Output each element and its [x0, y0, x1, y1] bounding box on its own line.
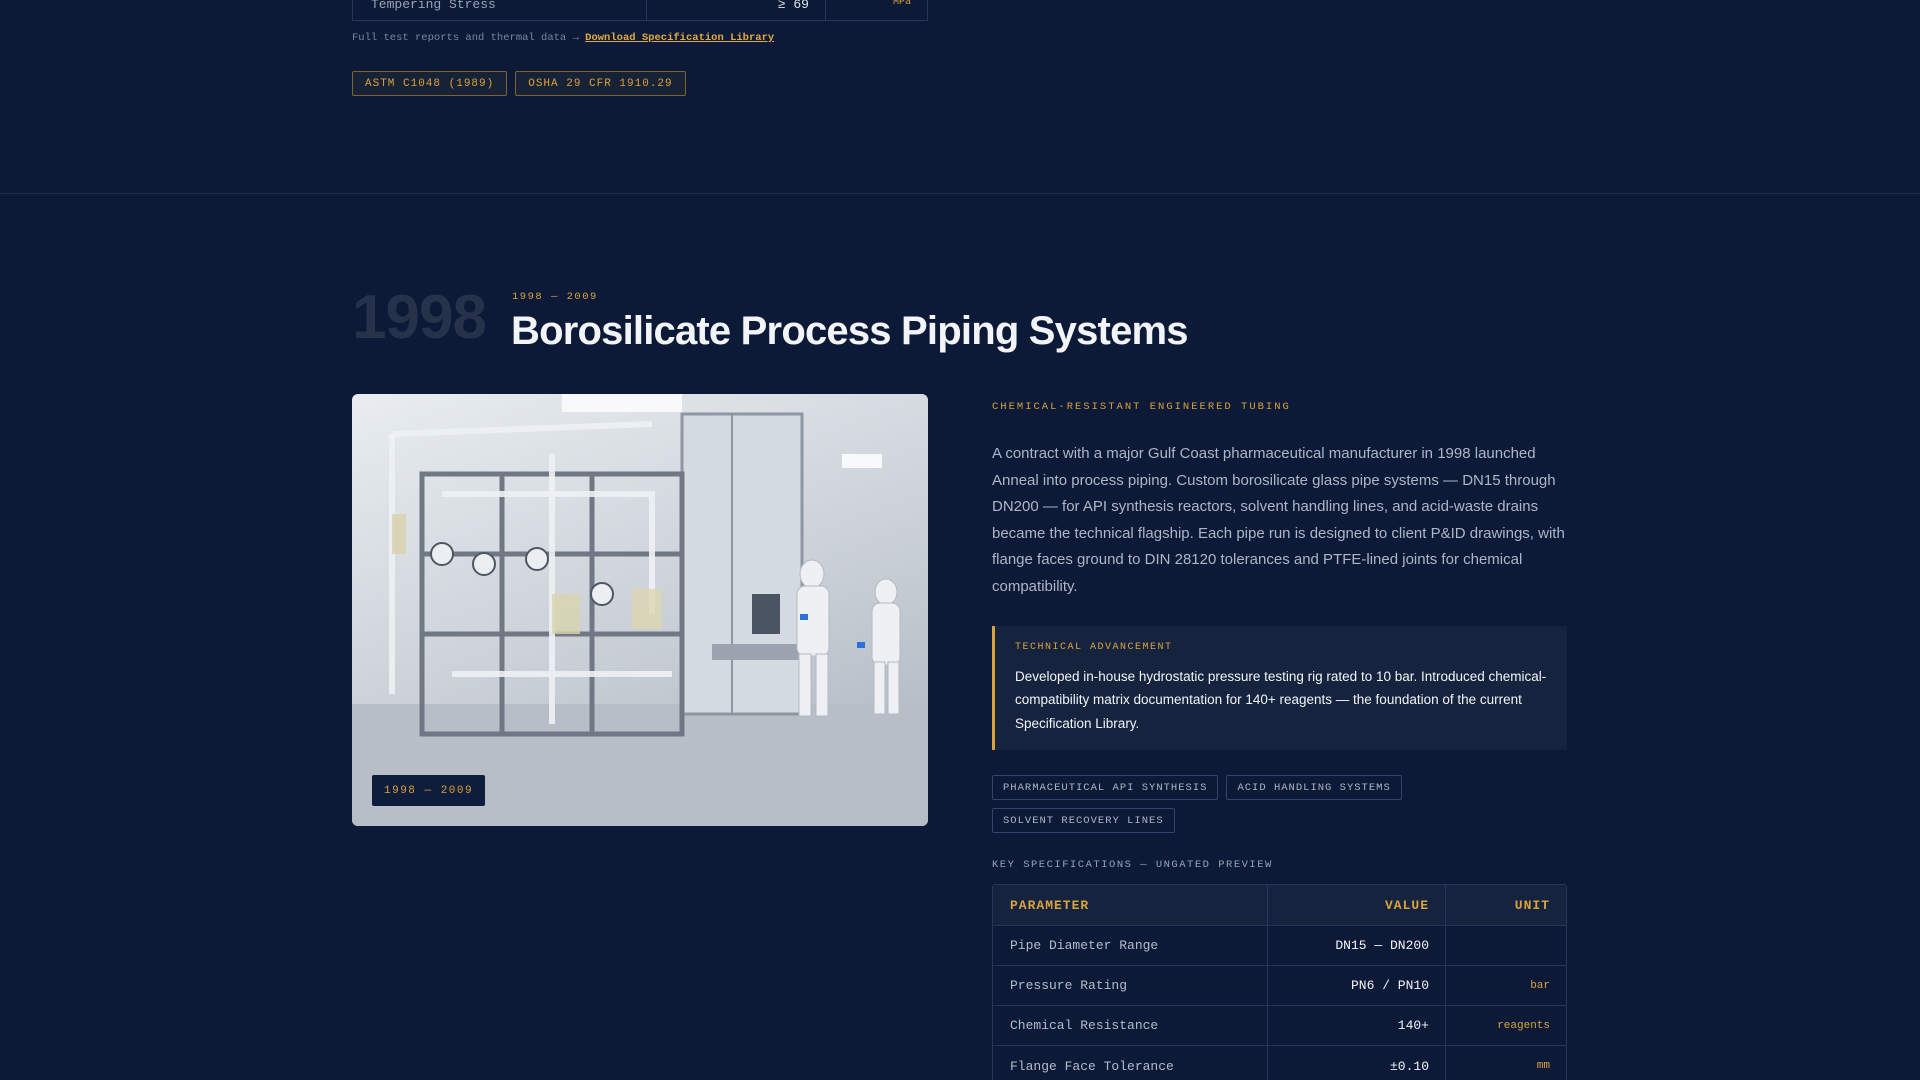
section-title: Borosilicate Process Piping Systems	[511, 309, 1189, 353]
spec-value: 140+	[1268, 1006, 1446, 1045]
column-header-parameter: PARAMETER	[993, 885, 1268, 925]
standard-badge: OSHA 29 CFR 1910.29	[515, 71, 686, 96]
spec-unit: reagents	[1497, 1019, 1550, 1032]
image-era-badge: 1998 — 2009	[372, 775, 486, 806]
spec-unit: mm	[1536, 1060, 1550, 1072]
technical-advancement-callout: TECHNICAL ADVANCEMENT Developed in-house…	[992, 626, 1567, 750]
section-eyebrow: CHEMICAL-RESISTANT ENGINEERED TUBING	[992, 401, 1291, 413]
table-row: Pressure Rating PN6 / PN10 bar	[993, 966, 1566, 1006]
table-header-row: PARAMETER VALUE UNIT	[993, 885, 1566, 926]
spec-preview-label: KEY SPECIFICATIONS — UNGATED PREVIEW	[992, 859, 1273, 871]
spec-value: DN15 — DN200	[1268, 926, 1446, 965]
spec-unit: MPa	[892, 0, 911, 8]
lab-illustration	[352, 394, 928, 826]
spec-value: ±0.10	[1268, 1046, 1446, 1080]
spec-library-note: Full test reports and thermal data → Dow…	[352, 32, 774, 44]
callout-text: Developed in-house hydrostatic pressure …	[1015, 669, 1547, 731]
spec-value: PN6 / PN10	[1268, 966, 1446, 1005]
key-specifications-table: PARAMETER VALUE UNIT Pipe Diameter Range…	[992, 884, 1567, 1080]
column-header-value: VALUE	[1268, 885, 1446, 925]
spec-unit: bar	[1530, 979, 1550, 992]
spec-parameter: Flange Face Tolerance	[993, 1046, 1268, 1080]
standard-badge: ASTM C1048 (1989)	[352, 71, 508, 96]
spec-value: ≥ 69	[647, 0, 826, 20]
table-row: Chemical Resistance 140+ reagents	[993, 1006, 1566, 1046]
table-row: Flange Face Tolerance ±0.10 mm	[993, 1046, 1566, 1080]
previous-spec-table-row: Tempering Stress ≥ 69 MPa	[352, 0, 928, 21]
callout-label: TECHNICAL ADVANCEMENT	[1015, 642, 1173, 653]
era-label: 1998 — 2009	[512, 291, 598, 303]
spec-parameter: Chemical Resistance	[993, 1006, 1268, 1045]
download-spec-library-link[interactable]: Download Specification Library	[585, 32, 774, 44]
process-piping-lab-image: 1998 — 2009	[352, 394, 928, 826]
section-year: 1998	[352, 283, 487, 352]
section-description: A contract with a major Gulf Coast pharm…	[992, 445, 1565, 595]
application-tag: PHARMACEUTICAL API SYNTHESIS	[992, 775, 1219, 800]
note-text: Full test reports and thermal data →	[352, 32, 579, 44]
application-tags: PHARMACEUTICAL API SYNTHESIS ACID HANDLI…	[992, 775, 1462, 833]
table-row: Pipe Diameter Range DN15 — DN200	[993, 926, 1566, 966]
spec-parameter: Pressure Rating	[993, 966, 1268, 1005]
application-tag: ACID HANDLING SYSTEMS	[1226, 775, 1402, 800]
column-header-unit: UNIT	[1514, 897, 1550, 913]
standards-badges: ASTM C1048 (1989) OSHA 29 CFR 1910.29	[352, 71, 686, 96]
application-tag: SOLVENT RECOVERY LINES	[992, 808, 1175, 833]
section-divider	[0, 193, 1920, 194]
spec-parameter: Pipe Diameter Range	[993, 926, 1268, 965]
spec-unit	[1446, 926, 1566, 965]
spec-parameter: Tempering Stress	[353, 0, 647, 20]
